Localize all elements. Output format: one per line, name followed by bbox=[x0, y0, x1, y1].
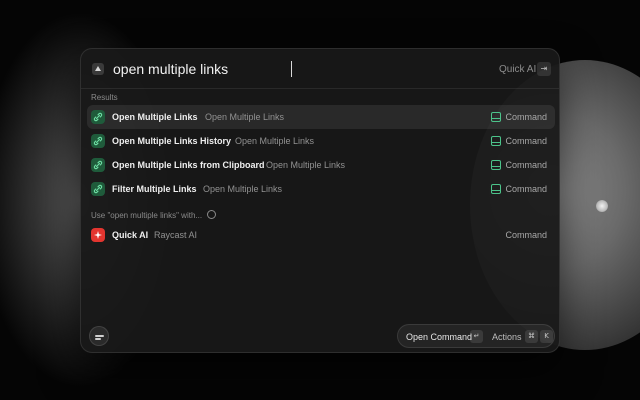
use-with-section-label: Use "open multiple links" with... bbox=[91, 211, 203, 220]
action-bar: Open Command ↵ Actions ⌘ K bbox=[81, 319, 559, 352]
result-row[interactable]: Filter Multiple Links Open Multiple Link… bbox=[87, 177, 555, 201]
result-title: Open Multiple Links History bbox=[112, 136, 232, 146]
sparkle-icon bbox=[91, 228, 105, 242]
link-icon bbox=[91, 158, 105, 172]
result-title: Open Multiple Links from Clipboard bbox=[112, 160, 265, 170]
quick-ai-hint[interactable]: Quick AI bbox=[499, 64, 536, 75]
return-key-icon: ↵ bbox=[470, 330, 483, 343]
command-type-icon bbox=[491, 160, 501, 170]
command-type-icon bbox=[491, 112, 501, 122]
launcher-window: Quick AI ⇥ Results Open Multiple Links O… bbox=[80, 48, 560, 353]
result-row[interactable]: Open Multiple Links from Clipboard Open … bbox=[87, 153, 555, 177]
result-subtitle: Open Multiple Links bbox=[235, 136, 315, 146]
satellite-image bbox=[596, 200, 608, 212]
command-type-icon bbox=[491, 184, 501, 194]
result-accessory: Command bbox=[505, 136, 547, 146]
link-icon bbox=[91, 182, 105, 196]
settings-icon[interactable] bbox=[207, 210, 216, 219]
use-with-row[interactable]: Quick AI Raycast AI Command bbox=[87, 223, 555, 247]
result-accessory: Command bbox=[505, 112, 547, 122]
use-with-title: Quick AI bbox=[112, 230, 149, 240]
result-title: Filter Multiple Links bbox=[112, 184, 197, 194]
result-subtitle: Open Multiple Links bbox=[205, 112, 285, 122]
open-command-button[interactable]: Open Command bbox=[406, 332, 472, 342]
result-accessory: Command bbox=[505, 184, 547, 194]
result-subtitle: Open Multiple Links bbox=[266, 160, 346, 170]
command-key-icon: ⌘ bbox=[525, 330, 538, 343]
search-bar: Quick AI ⇥ bbox=[81, 49, 559, 89]
link-icon bbox=[91, 110, 105, 124]
result-subtitle: Open Multiple Links bbox=[203, 184, 283, 194]
text-cursor bbox=[291, 61, 292, 77]
tab-key-icon[interactable]: ⇥ bbox=[537, 62, 551, 76]
use-with-accessory: Command bbox=[505, 230, 547, 240]
link-icon bbox=[91, 134, 105, 148]
footer-actions-panel: Open Command ↵ Actions ⌘ K bbox=[397, 324, 555, 348]
raycast-logo-icon bbox=[91, 62, 105, 76]
actions-button[interactable]: Actions bbox=[492, 332, 522, 342]
use-with-subtitle: Raycast AI bbox=[154, 230, 198, 240]
result-accessory: Command bbox=[505, 160, 547, 170]
k-key-icon: K bbox=[540, 330, 553, 343]
result-row[interactable]: Open Multiple Links Open Multiple Links … bbox=[87, 105, 555, 129]
result-title: Open Multiple Links bbox=[112, 112, 198, 122]
results-section-label: Results bbox=[91, 93, 118, 102]
command-type-icon bbox=[491, 136, 501, 146]
search-input[interactable] bbox=[113, 58, 443, 80]
result-row[interactable]: Open Multiple Links History Open Multipl… bbox=[87, 129, 555, 153]
menu-icon[interactable] bbox=[89, 326, 109, 346]
